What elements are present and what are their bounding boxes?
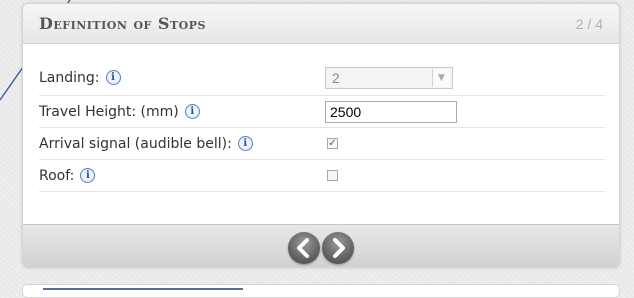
divider	[43, 288, 243, 290]
info-icon[interactable]: i	[237, 136, 253, 151]
chevron-right-icon	[333, 237, 345, 258]
panel-header: Definition of Stops 2 / 4	[23, 4, 619, 44]
travel-height-input[interactable]	[325, 100, 457, 123]
form-rows: Landing: i 2 ▼ Travel Height: (mm) i Arr…	[23, 44, 619, 192]
panel-footer	[23, 224, 619, 267]
landing-label: Landing:	[39, 69, 100, 86]
roof-checkbox[interactable]	[327, 170, 338, 181]
definition-of-stops-panel: Definition of Stops 2 / 4 Landing: i 2 ▼…	[22, 3, 620, 268]
info-icon[interactable]: i	[105, 70, 121, 85]
landing-select[interactable]: 2 ▼	[325, 66, 453, 89]
travel-height-row: Travel Height: (mm) i	[39, 96, 605, 128]
chevron-down-icon[interactable]: ▼	[432, 68, 450, 87]
info-icon[interactable]: i	[80, 168, 96, 183]
landing-row: Landing: i 2 ▼	[39, 60, 605, 96]
info-icon[interactable]: i	[184, 104, 200, 119]
landing-label-group: Landing: i	[39, 70, 325, 86]
chevron-left-icon	[297, 237, 309, 258]
arrival-signal-label: Arrival signal (audible bell):	[39, 135, 232, 152]
arrival-signal-row: Arrival signal (audible bell): i	[39, 128, 605, 160]
roof-label: Roof:	[39, 167, 75, 184]
next-panel-edge	[22, 284, 620, 298]
roof-row: Roof: i	[39, 160, 605, 192]
roof-label-group: Roof: i	[39, 168, 325, 184]
step-indicator: 2 / 4	[575, 15, 603, 32]
travel-height-label-group: Travel Height: (mm) i	[39, 104, 325, 120]
previous-button[interactable]	[288, 231, 320, 264]
arrival-signal-label-group: Arrival signal (audible bell): i	[39, 136, 325, 152]
travel-height-label: Travel Height: (mm)	[39, 103, 179, 120]
arrival-signal-checkbox[interactable]	[327, 138, 338, 149]
landing-select-value: 2	[332, 69, 340, 86]
next-button[interactable]	[322, 231, 354, 264]
panel-title: Definition of Stops	[39, 14, 206, 33]
